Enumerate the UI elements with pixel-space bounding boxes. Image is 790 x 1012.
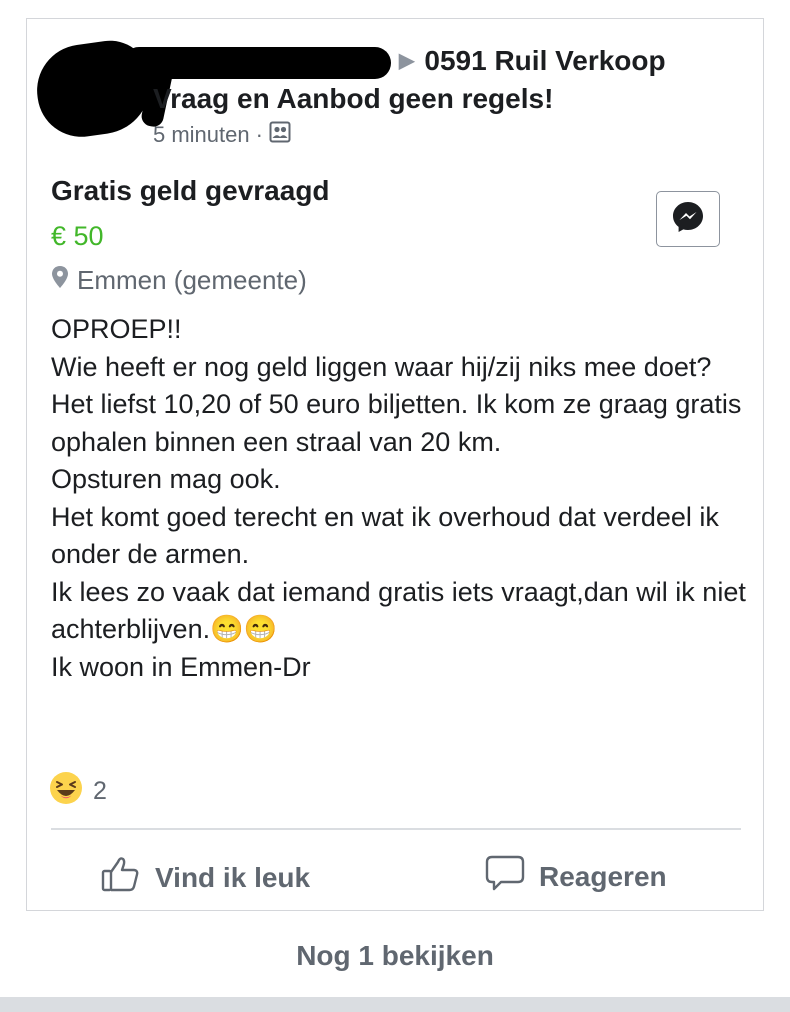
group-name-line1[interactable]: ▶ 0591 Ruil Verkoop	[399, 45, 666, 77]
location-pin-icon	[51, 265, 69, 296]
comment-button[interactable]: Reageren	[485, 855, 667, 898]
post-time[interactable]: 5 minuten	[153, 122, 250, 148]
actions-divider	[51, 828, 741, 830]
view-more-link[interactable]: Nog 1 bekijken	[0, 940, 790, 972]
thumbs-up-icon	[101, 855, 141, 900]
listing-location: Emmen (gemeente)	[51, 265, 307, 296]
post-body: OPROEP!! Wie heeft er nog geld liggen wa…	[51, 314, 746, 682]
reaction-summary[interactable]: 2	[49, 771, 107, 812]
like-button[interactable]: Vind ik leuk	[101, 855, 310, 900]
meta-separator: ·	[255, 122, 263, 147]
message-seller-button[interactable]	[656, 191, 720, 247]
listing-price: € 50	[51, 221, 104, 251]
group-name-text-1: 0591 Ruil Verkoop	[424, 45, 666, 76]
reaction-count: 2	[93, 777, 107, 805]
post-meta: 5 minuten ·	[153, 121, 291, 149]
listing-title: Gratis geld gevraagd	[51, 175, 330, 206]
like-label: Vind ik leuk	[155, 861, 311, 893]
comment-label: Reageren	[539, 860, 667, 892]
group-audience-icon	[269, 121, 291, 149]
messenger-icon	[671, 200, 705, 239]
bottom-separator-bar	[0, 997, 790, 1012]
haha-reaction-icon	[49, 771, 83, 812]
group-name-line2[interactable]: Vraag en Aanbod geen regels!	[153, 83, 553, 115]
location-text: Emmen (gemeente)	[77, 265, 307, 295]
arrow-right-icon: ▶	[399, 50, 415, 72]
post-card: ▶ 0591 Ruil Verkoop Vraag en Aanbod geen …	[26, 18, 764, 911]
comment-bubble-icon	[485, 855, 525, 898]
